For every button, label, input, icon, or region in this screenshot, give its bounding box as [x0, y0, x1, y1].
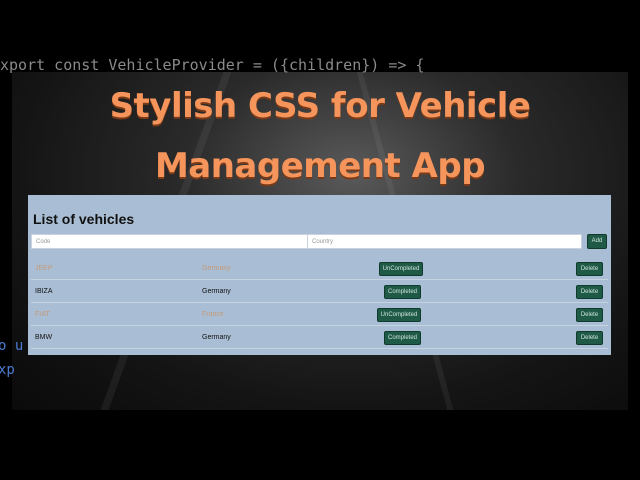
delete-button[interactable]: Delete [576, 285, 603, 299]
delete-button[interactable]: Delete [576, 308, 603, 322]
code-fragment: xp [0, 362, 15, 378]
vehicle-code: BMW [35, 334, 53, 341]
headline-line-2: Management App [154, 146, 486, 186]
vehicle-code: JEEP [35, 265, 53, 272]
status-toggle-button[interactable]: UnCompleted [377, 308, 421, 322]
status-toggle-button[interactable]: Completed [384, 285, 421, 299]
country-input[interactable]: Country [307, 234, 582, 249]
table-row: FIAT France UnCompleted Delete [31, 304, 608, 326]
status-toggle-button[interactable]: Completed [384, 331, 421, 345]
delete-button[interactable]: Delete [576, 331, 603, 345]
code-fragment: o u [0, 338, 24, 354]
delete-button[interactable]: Delete [576, 262, 603, 276]
vehicle-code: IBIZA [35, 288, 53, 295]
page-title: List of vehicles [33, 211, 135, 227]
headline-line-1: Stylish CSS for Vehicle [109, 86, 531, 126]
table-row: BMW Germany Completed Delete [31, 327, 608, 349]
vehicle-country: Germany [202, 265, 231, 272]
table-row: IBIZA Germany Completed Delete [31, 281, 608, 303]
add-button[interactable]: Add [587, 234, 607, 249]
vehicle-country: Germany [202, 334, 231, 341]
vehicle-country: Germany [202, 288, 231, 295]
table-row: JEEP Germany UnCompleted Delete [31, 258, 608, 280]
status-toggle-button[interactable]: UnCompleted [379, 262, 423, 276]
vehicle-app-panel: List of vehicles Code Country Add JEEP G… [28, 195, 611, 355]
code-input[interactable]: Code [31, 234, 308, 249]
vehicle-country: France [202, 311, 224, 318]
code-snippet-line: xport const VehicleProvider = ({children… [0, 56, 425, 74]
vehicle-code: FIAT [35, 311, 50, 318]
